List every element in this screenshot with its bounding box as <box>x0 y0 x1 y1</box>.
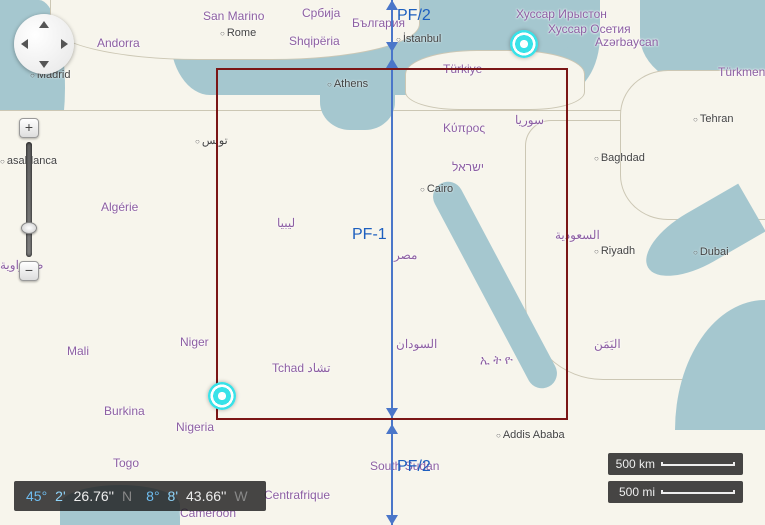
scale-mi-label: 500 mi <box>619 485 655 499</box>
country-label: Algérie <box>101 200 138 214</box>
pin-northeast[interactable] <box>510 30 538 58</box>
pan-south-icon[interactable] <box>39 61 49 68</box>
scale-bar-icon <box>661 490 735 494</box>
city-label: Tehran <box>693 113 733 125</box>
city-label: Rome <box>220 27 256 39</box>
country-label: Shqipëria <box>289 34 340 48</box>
country-label: Nigeria <box>176 420 214 434</box>
lon-seconds: 43.66'' <box>186 488 226 504</box>
lon-degrees: 8° <box>146 488 159 504</box>
city-label: İstanbul <box>396 33 441 45</box>
pan-east-icon[interactable] <box>61 39 68 49</box>
guide-label-top: PF/2 <box>397 7 431 25</box>
zoom-slider-track[interactable] <box>26 142 32 257</box>
scale-bar-icon <box>661 462 735 466</box>
arrow-up-icon <box>386 424 398 434</box>
country-label: Andorra <box>97 36 140 50</box>
guide-label-bottom: PF/2 <box>397 458 431 476</box>
country-label: Хуссар Ирыстон <box>516 7 607 21</box>
country-label: Azərbaycan <box>595 35 658 49</box>
zoom-slider-thumb[interactable] <box>21 222 37 234</box>
coordinate-readout: 45° 2' 26.76'' N 8° 8' 43.66'' W <box>14 481 266 511</box>
city-label: Addis Ababa <box>496 429 565 441</box>
country-label: Centrafrique <box>264 488 330 502</box>
arrow-up-icon <box>386 58 398 68</box>
bounding-box[interactable] <box>216 68 568 420</box>
city-label: Dubai <box>693 246 729 258</box>
city-label: Riyadh <box>594 245 635 257</box>
country-label: Burkina <box>104 404 145 418</box>
zoom-in-button[interactable]: + <box>19 118 39 138</box>
scale-km: 500 km <box>608 453 743 475</box>
country-label: Mali <box>67 344 89 358</box>
scale-mi: 500 mi <box>608 481 743 503</box>
arrow-down-icon <box>386 42 398 52</box>
country-label: Хуссар Осетия <box>548 22 631 36</box>
country-label: Niger <box>180 335 209 349</box>
lat-minutes: 2' <box>55 488 65 504</box>
zoom-control: + − <box>18 118 40 281</box>
lon-minutes: 8' <box>168 488 178 504</box>
country-label: San Marino <box>203 9 264 23</box>
guide-label-middle: PF-1 <box>352 226 387 244</box>
country-label: Türkmen <box>718 65 765 79</box>
lat-degrees: 45° <box>26 488 47 504</box>
country-label: اليَمَن <box>594 337 621 351</box>
lat-seconds: 26.76'' <box>74 488 114 504</box>
scale-km-label: 500 km <box>616 457 655 471</box>
pan-north-icon[interactable] <box>39 21 49 28</box>
pin-southwest[interactable] <box>208 382 236 410</box>
country-label: Togo <box>113 456 139 470</box>
pan-control[interactable] <box>14 14 74 74</box>
zoom-out-button[interactable]: − <box>19 261 39 281</box>
lon-hemisphere: W <box>234 488 247 504</box>
country-label: Србија <box>302 6 340 20</box>
map-viewport[interactable]: AndorraSan MarinoRomeСрбијаБългарияShqip… <box>0 0 765 525</box>
city-label: Baghdad <box>594 152 645 164</box>
pan-west-icon[interactable] <box>21 39 28 49</box>
lat-hemisphere: N <box>122 488 132 504</box>
arrow-down-icon <box>386 515 398 525</box>
scale-display: 500 km 500 mi <box>608 453 743 503</box>
